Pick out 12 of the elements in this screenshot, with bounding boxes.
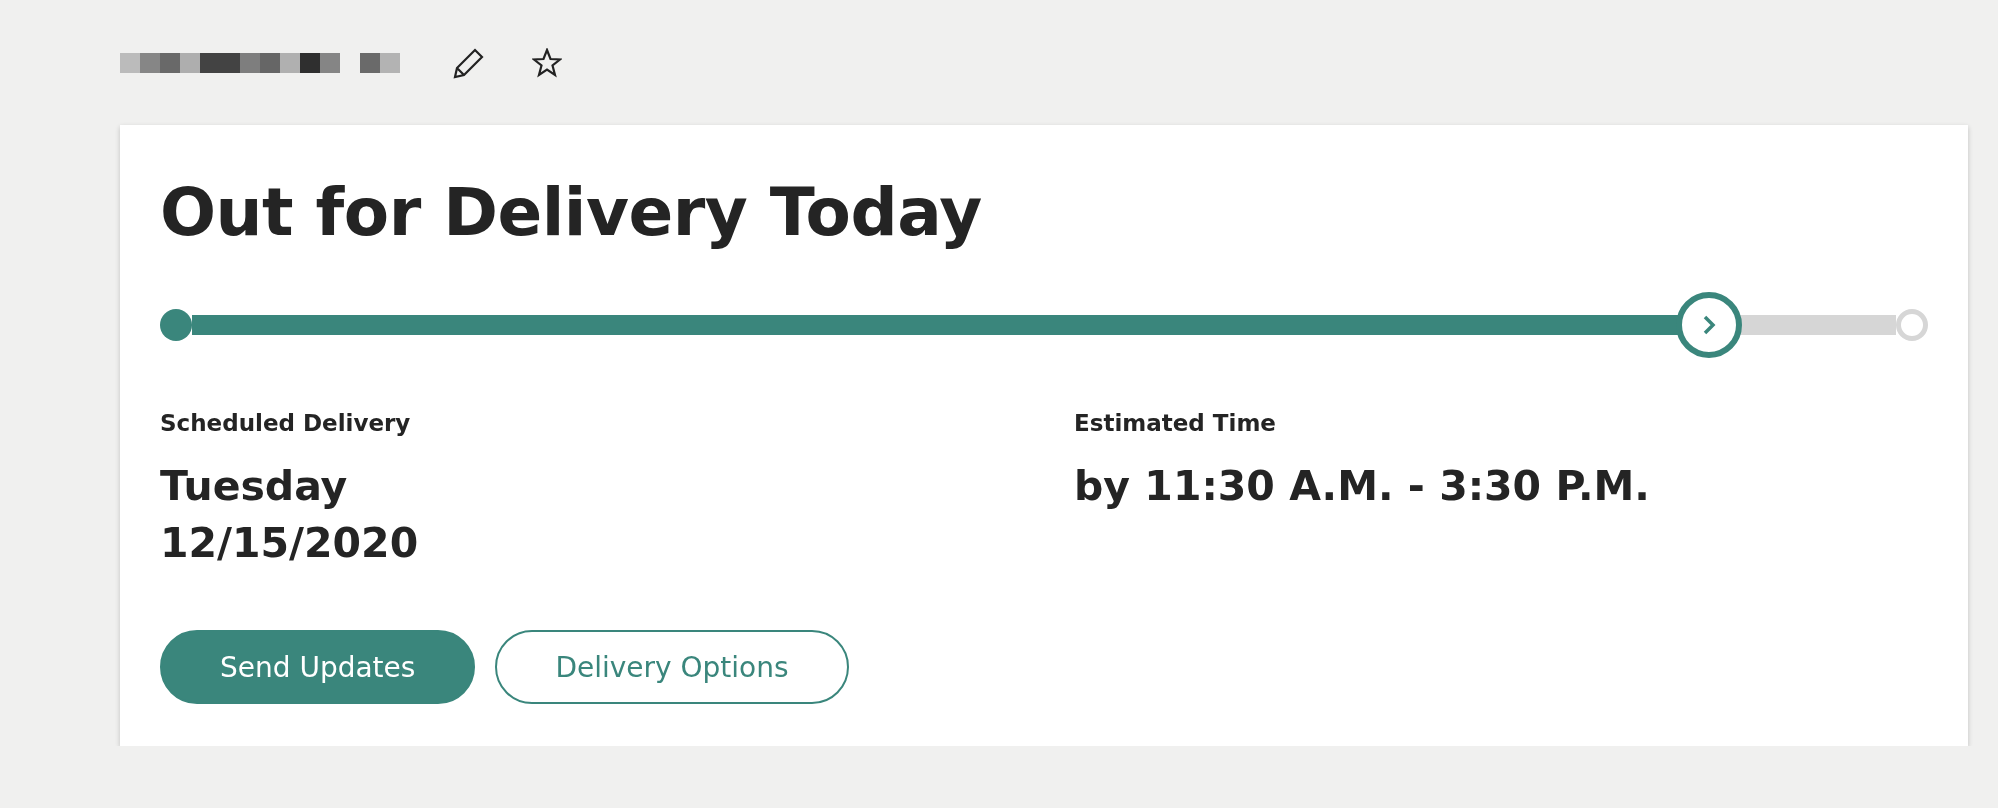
detail-value: by 11:30 A.M. - 3:30 P.M. — [1074, 460, 1650, 512]
start-dot — [160, 308, 192, 341]
chevron-right-icon — [1701, 314, 1716, 335]
detail-label: Estimated Time — [1074, 409, 1276, 436]
star-icon — [532, 48, 562, 78]
primary-button[interactable]: Send Updates — [160, 630, 476, 705]
status-title: Out for Delivery Today — [160, 177, 983, 250]
detail-value: 12/15/2020 — [160, 518, 419, 569]
detail-label: Scheduled Delivery — [160, 409, 411, 436]
favorite-button[interactable] — [532, 48, 562, 78]
detail-value: Tuesday — [160, 460, 348, 512]
outline-button[interactable]: Delivery Options — [495, 630, 849, 705]
